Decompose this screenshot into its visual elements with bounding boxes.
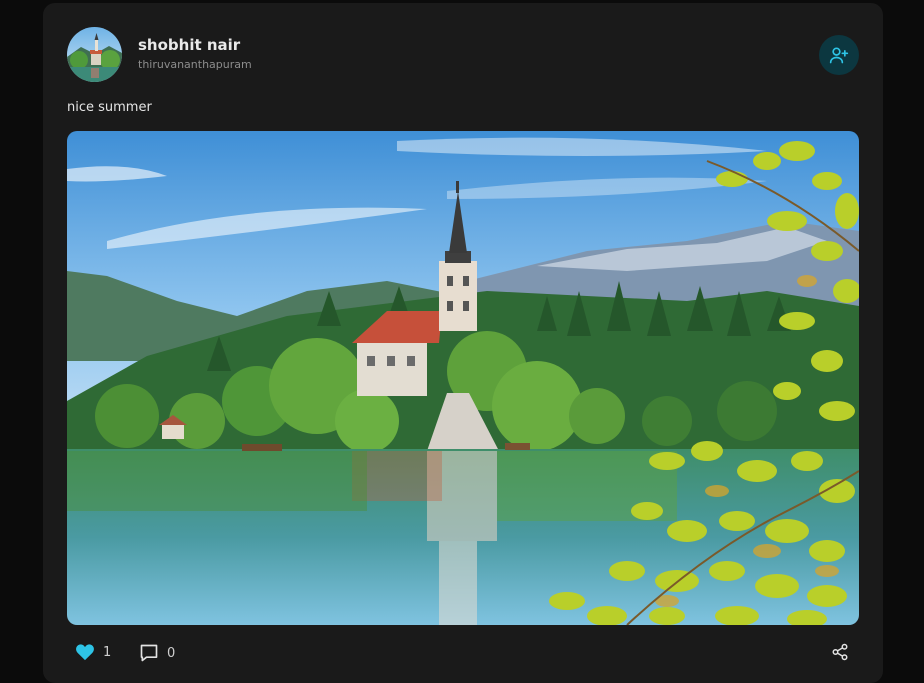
comment-button[interactable]: 0 <box>139 643 175 663</box>
post-card: shobhit nair thiruvananthapuram nice sum… <box>43 3 883 683</box>
user-location: thiruvananthapuram <box>138 58 252 71</box>
share-button[interactable] <box>831 643 849 661</box>
post-actions: 1 0 <box>67 643 859 663</box>
heart-icon <box>76 644 94 661</box>
lake-church-photo <box>67 131 859 625</box>
follow-button[interactable] <box>819 35 859 75</box>
user-name[interactable]: shobhit nair <box>138 36 240 54</box>
like-button[interactable]: 1 <box>75 643 111 661</box>
post-caption: nice summer <box>67 100 152 115</box>
avatar[interactable] <box>67 27 122 82</box>
post-image[interactable] <box>67 131 859 625</box>
like-count: 1 <box>103 644 112 660</box>
comment-count: 0 <box>167 645 176 661</box>
user-plus-icon <box>829 47 849 64</box>
avatar-image <box>67 27 122 82</box>
comment-icon <box>140 644 158 662</box>
share-icon <box>832 643 848 661</box>
